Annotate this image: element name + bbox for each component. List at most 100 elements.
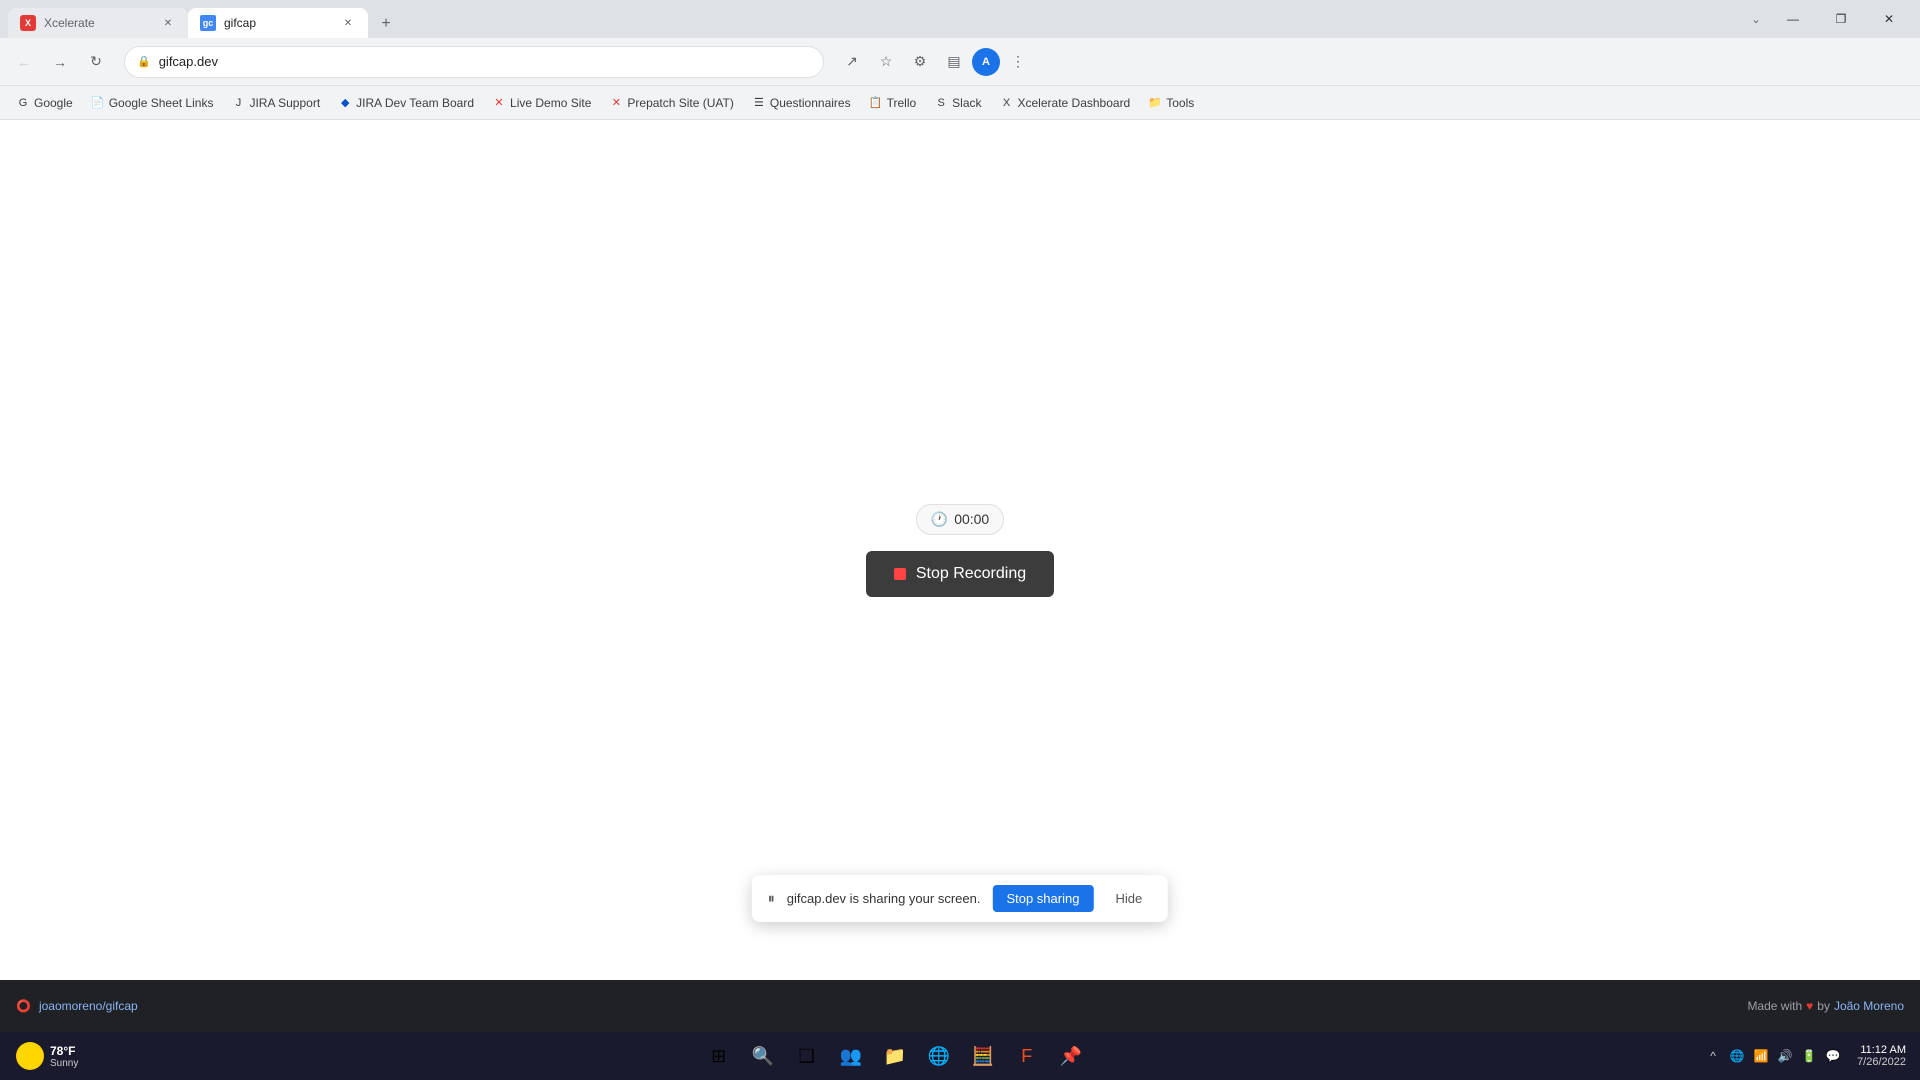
chrome-taskbar-button[interactable]: 🌐 [919,1036,959,1076]
timer-icon: 🕐 [931,511,948,528]
bookmark-slack[interactable]: S Slack [926,92,989,114]
window-controls: — ❐ ✕ [1770,3,1912,35]
calculator-icon: 🧮 [971,1046,993,1067]
navigation-toolbar: ← → ↻ 🔒 gifcap.dev ↗ ☆ ⚙ ▤ A ⋮ [0,38,1920,86]
tray-network-icon[interactable]: 🌐 [1727,1046,1747,1066]
tab-gifcap-label: gifcap [224,16,332,30]
restore-button[interactable]: ❐ [1818,3,1864,35]
bookmark-slack-label: Slack [952,96,981,110]
bookmark-jira-dev[interactable]: ◆ JIRA Dev Team Board [330,92,482,114]
bookmark-xcelerate[interactable]: X Xcelerate Dashboard [992,92,1139,114]
task-view-icon: ❑ [799,1046,815,1067]
task-view-button[interactable]: ❑ [787,1036,827,1076]
taskbar-right: ^ 🌐 📶 🔊 🔋 💬 11:12 AM 7/26/2022 [1703,1042,1912,1070]
minimize-button[interactable]: — [1770,3,1816,35]
bookmark-prepatch[interactable]: ✕ Prepatch Site (UAT) [601,92,741,114]
back-button[interactable]: ← [8,46,40,78]
tab-gifcap-close[interactable]: ✕ [340,15,356,31]
weather-sun-icon [16,1042,44,1070]
footer-bar: ⭕ joaomoreno/gifcap Made with ♥ by João … [0,980,1920,1032]
weather-info: 78°F Sunny [50,1044,78,1069]
made-with-text: Made with [1747,999,1802,1013]
bookmark-sheets[interactable]: 📄 Google Sheet Links [83,92,222,114]
search-taskbar-icon: 🔍 [751,1046,773,1067]
extra-app-button[interactable]: 📌 [1051,1036,1091,1076]
weather-widget[interactable]: 78°F Sunny [8,1038,86,1074]
bookmark-button[interactable]: ☆ [870,46,902,78]
system-clock[interactable]: 11:12 AM 7/26/2022 [1851,1042,1912,1070]
trello-icon: 📋 [869,96,883,110]
tools-icon: 📁 [1148,96,1162,110]
tab-overflow-icon[interactable]: ⌄ [1746,9,1766,29]
file-explorer-button[interactable]: 📁 [875,1036,915,1076]
screen-share-icon: ⏸ [768,890,775,907]
start-menu-button[interactable]: ⊞ [699,1036,739,1076]
footer-right: Made with ♥ by João Moreno [1747,999,1904,1013]
clock-date: 7/26/2022 [1857,1056,1906,1068]
tray-wifi-icon[interactable]: 📶 [1751,1046,1771,1066]
menu-button[interactable]: ⋮ [1002,46,1034,78]
address-text: gifcap.dev [159,54,811,69]
bookmark-live-demo[interactable]: ✕ Live Demo Site [484,92,599,114]
xcelerate-bookmark-icon: X [1000,96,1014,110]
bookmark-jira-support-label: JIRA Support [249,96,320,110]
tray-chevron[interactable]: ^ [1703,1046,1723,1066]
extensions-button[interactable]: ⚙ [904,46,936,78]
sidebar-button[interactable]: ▤ [938,46,970,78]
questionnaires-icon: ☰ [752,96,766,110]
sheets-icon: 📄 [91,96,105,110]
bookmark-tools-label: Tools [1166,96,1194,110]
title-bar: X Xcelerate ✕ gc gifcap ✕ + ⌄ — ❐ ✕ [0,0,1920,38]
reload-button[interactable]: ↻ [80,46,112,78]
stop-recording-icon [894,568,906,580]
stop-recording-label: Stop Recording [916,565,1026,583]
tray-battery-icon[interactable]: 🔋 [1799,1046,1819,1066]
bookmark-trello[interactable]: 📋 Trello [861,92,925,114]
author-link[interactable]: João Moreno [1834,999,1904,1013]
bookmark-google[interactable]: G Google [8,92,81,114]
new-tab-button[interactable]: + [372,10,400,38]
timer-value: 00:00 [954,511,989,527]
tray-speaker-icon[interactable]: 🔊 [1775,1046,1795,1066]
github-link[interactable]: joaomoreno/gifcap [39,999,138,1013]
teams-button[interactable]: 👥 [831,1036,871,1076]
forward-button[interactable]: → [44,46,76,78]
extra-app-icon: 📌 [1059,1046,1081,1067]
bookmark-xcelerate-label: Xcelerate Dashboard [1018,96,1131,110]
tab-xcelerate-close[interactable]: ✕ [160,15,176,31]
slack-icon: S [934,96,948,110]
search-taskbar-button[interactable]: 🔍 [743,1036,783,1076]
tray-notification-icon[interactable]: 💬 [1823,1046,1843,1066]
screen-share-message: gifcap.dev is sharing your screen. [787,891,981,906]
profile-avatar[interactable]: A [972,48,1000,76]
heart-icon: ♥ [1806,999,1813,1013]
stop-recording-button[interactable]: Stop Recording [866,551,1054,597]
toolbar-actions: ↗ ☆ ⚙ ▤ A ⋮ [836,46,1034,78]
bookmark-questionnaires[interactable]: ☰ Questionnaires [744,92,859,114]
bookmark-jira-support[interactable]: J JIRA Support [223,92,328,114]
taskbar-center: ⊞ 🔍 ❑ 👥 📁 🌐 🧮 F 📌 [90,1036,1699,1076]
file-explorer-icon: 📁 [883,1046,905,1067]
tab-xcelerate[interactable]: X Xcelerate ✕ [8,8,188,38]
xcelerate-tab-icon: X [20,15,36,31]
share-button[interactable]: ↗ [836,46,868,78]
hide-notification-button[interactable]: Hide [1105,885,1152,912]
close-button[interactable]: ✕ [1866,3,1912,35]
bookmark-tools[interactable]: 📁 Tools [1140,92,1202,114]
address-bar[interactable]: 🔒 gifcap.dev [124,46,824,78]
tab-xcelerate-label: Xcelerate [44,16,152,30]
tab-gifcap[interactable]: gc gifcap ✕ [188,8,368,38]
tab-strip: X Xcelerate ✕ gc gifcap ✕ + [8,0,1742,38]
teams-icon: 👥 [839,1046,861,1067]
stop-sharing-button[interactable]: Stop sharing [992,885,1093,912]
calculator-button[interactable]: 🧮 [963,1036,1003,1076]
bookmark-sheets-label: Google Sheet Links [109,96,214,110]
footer-left: ⭕ joaomoreno/gifcap [16,999,138,1013]
by-text: by [1817,999,1830,1013]
page-content: 🕐 00:00 Stop Recording ⏸ gifcap.dev is s… [0,120,1920,980]
screen-share-notification: ⏸ gifcap.dev is sharing your screen. Sto… [752,875,1168,922]
github-icon: ⭕ [16,999,31,1013]
prepatch-icon: ✕ [609,96,623,110]
lock-icon: 🔒 [137,55,151,68]
figma-button[interactable]: F [1007,1036,1047,1076]
